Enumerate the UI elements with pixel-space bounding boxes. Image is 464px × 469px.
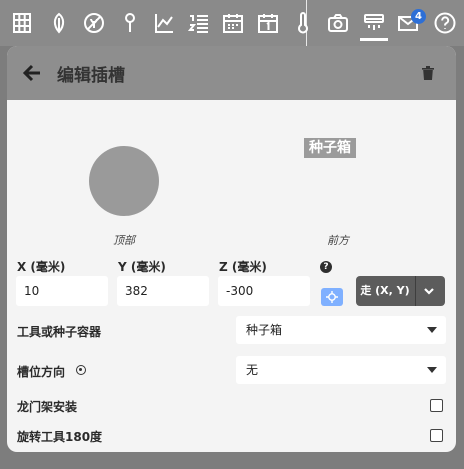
- help-icon[interactable]: ?: [320, 261, 332, 273]
- direction-select-value: 无: [246, 363, 259, 377]
- tool-select-value: 种子箱: [246, 323, 283, 337]
- gantry-icon[interactable]: [359, 8, 389, 38]
- direction-label: 槽位方向: [17, 365, 66, 379]
- sequence-list-icon[interactable]: [184, 8, 214, 38]
- toolbar-divider: [306, 0, 307, 46]
- help-circle-icon[interactable]: [430, 8, 460, 38]
- camera-icon[interactable]: [323, 8, 353, 38]
- top-navigation-bar: 4: [0, 0, 464, 46]
- no-weeds-icon[interactable]: [79, 8, 109, 38]
- z-input[interactable]: -300: [218, 276, 310, 306]
- trash-icon[interactable]: [422, 66, 434, 80]
- slot-top-view-circle: [89, 146, 159, 216]
- chevron-down-icon[interactable]: [422, 284, 436, 298]
- front-view-caption: 前方: [327, 234, 349, 247]
- dropdown-arrow-icon: [427, 367, 437, 373]
- x-input[interactable]: 10: [16, 276, 108, 306]
- slot-front-view-label: 种子箱: [304, 138, 356, 158]
- x-label: X (毫米): [17, 260, 66, 274]
- top-view-caption: 顶部: [113, 234, 135, 247]
- calendar-one-icon[interactable]: [253, 8, 283, 38]
- go-xy-label: 走 (X, Y): [360, 284, 410, 297]
- notification-badge: 4: [411, 9, 426, 24]
- page-title: 编辑插槽: [57, 66, 125, 86]
- active-tab-indicator: [360, 38, 388, 41]
- back-arrow-icon[interactable]: [21, 62, 43, 84]
- thermometer-icon[interactable]: [288, 8, 318, 38]
- calendar-icon[interactable]: [218, 8, 248, 38]
- rotate-tool-label: 旋转工具180度: [17, 430, 103, 444]
- tool-label: 工具或种子容器: [17, 325, 102, 339]
- direction-target-icon[interactable]: [76, 365, 86, 375]
- edit-slot-panel: 编辑插槽 种子箱 顶部 前方 X (毫米) Y (毫米) Z (毫米) ? 10…: [7, 46, 456, 452]
- direction-select[interactable]: 无: [236, 356, 446, 384]
- dropdown-arrow-icon: [427, 327, 437, 333]
- y-input[interactable]: 382: [117, 276, 209, 306]
- grid-icon[interactable]: [7, 8, 37, 38]
- go-xy-button[interactable]: 走 (X, Y): [356, 276, 445, 306]
- gantry-mounted-label: 龙门架安装: [17, 400, 78, 414]
- button-divider: [415, 276, 416, 306]
- chart-icon[interactable]: [149, 8, 179, 38]
- crosshair-icon: [326, 291, 338, 303]
- panel-header: 编辑插槽: [7, 46, 456, 100]
- leaf-icon[interactable]: [44, 8, 74, 38]
- z-label: Z (毫米): [219, 260, 267, 274]
- pin-icon[interactable]: [115, 8, 145, 38]
- y-label: Y (毫米): [118, 260, 166, 274]
- gantry-mounted-checkbox[interactable]: [430, 399, 443, 412]
- tool-select[interactable]: 种子箱: [236, 316, 446, 344]
- rotate-tool-checkbox[interactable]: [430, 429, 443, 442]
- use-current-location-button[interactable]: [321, 288, 343, 306]
